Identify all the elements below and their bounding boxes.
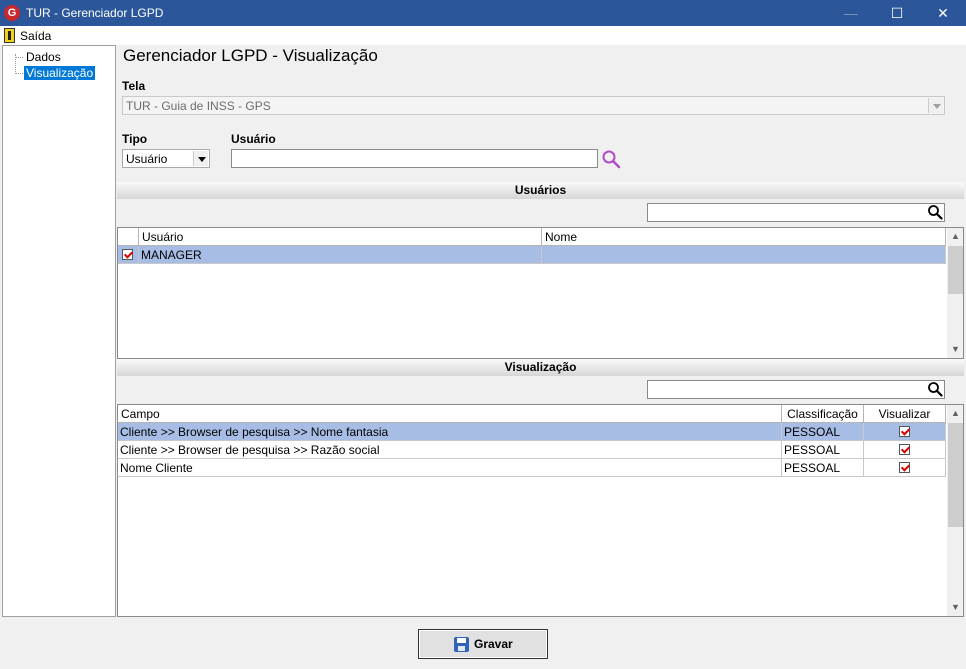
menu-item-exit[interactable]: Saída bbox=[20, 29, 51, 43]
column-header-classificacao[interactable]: Classificação bbox=[782, 405, 864, 423]
visualizacao-section-header: Visualização bbox=[117, 359, 964, 376]
cell-usuario: MANAGER bbox=[139, 246, 542, 264]
tela-label: Tela bbox=[122, 79, 146, 93]
scroll-up-icon[interactable]: ▲ bbox=[947, 228, 963, 245]
tipo-select[interactable]: Usuário bbox=[122, 149, 210, 168]
usuarios-grid: Usuário Nome MANAGER ▲ ▼ bbox=[117, 227, 964, 359]
tree-item-visualizacao[interactable]: Visualização bbox=[24, 66, 96, 80]
usuarios-search-input[interactable] bbox=[647, 203, 945, 222]
cell-classificacao: PESSOAL bbox=[782, 459, 864, 477]
visualizacao-grid: Campo Classificação Visualizar Cliente >… bbox=[117, 404, 964, 617]
tree-connector bbox=[15, 57, 23, 58]
visualizacao-scrollbar[interactable]: ▲ ▼ bbox=[947, 405, 963, 616]
column-header-nome[interactable]: Nome bbox=[542, 228, 946, 246]
column-header-campo[interactable]: Campo bbox=[118, 405, 782, 423]
search-user-icon[interactable] bbox=[601, 149, 621, 169]
table-row[interactable]: Cliente >> Browser de pesquisa >> Nome f… bbox=[118, 423, 946, 441]
visualizar-checkbox[interactable] bbox=[899, 444, 910, 455]
visualizacao-search-input[interactable] bbox=[647, 380, 945, 399]
scroll-thumb[interactable] bbox=[948, 423, 963, 527]
exit-door-icon[interactable] bbox=[4, 28, 15, 43]
window-titlebar: G TUR - Gerenciador LGPD — ☐ ✕ bbox=[0, 0, 966, 26]
table-row[interactable]: MANAGER bbox=[118, 246, 946, 264]
save-button-label: Gravar bbox=[474, 637, 513, 651]
menu-bar: Saída bbox=[0, 26, 966, 45]
cell-visualizar bbox=[864, 459, 946, 477]
scroll-down-icon[interactable]: ▼ bbox=[947, 341, 963, 358]
navigation-tree: Dados Visualização bbox=[2, 45, 116, 617]
chevron-down-icon bbox=[928, 98, 943, 113]
minimize-button[interactable]: — bbox=[828, 0, 874, 26]
tela-select-value: TUR - Guia de INSS - GPS bbox=[126, 99, 271, 113]
usuario-input[interactable] bbox=[231, 149, 598, 168]
cell-campo: Cliente >> Browser de pesquisa >> Razão … bbox=[118, 441, 782, 459]
cell-visualizar bbox=[864, 441, 946, 459]
table-row[interactable]: Cliente >> Browser de pesquisa >> Razão … bbox=[118, 441, 946, 459]
tela-select[interactable]: TUR - Guia de INSS - GPS bbox=[122, 96, 945, 115]
search-icon[interactable] bbox=[927, 381, 943, 397]
page-title: Gerenciador LGPD - Visualização bbox=[123, 46, 378, 65]
scroll-down-icon[interactable]: ▼ bbox=[947, 599, 963, 616]
scroll-thumb[interactable] bbox=[948, 246, 963, 294]
usuarios-section-header: Usuários bbox=[117, 182, 964, 199]
chevron-down-icon bbox=[193, 151, 208, 166]
cell-campo: Nome Cliente bbox=[118, 459, 782, 477]
search-icon[interactable] bbox=[927, 204, 943, 220]
tree-connector bbox=[15, 73, 23, 74]
app-logo-icon: G bbox=[4, 5, 20, 21]
row-checkbox-cell bbox=[118, 246, 139, 264]
cell-campo: Cliente >> Browser de pesquisa >> Nome f… bbox=[118, 423, 782, 441]
maximize-button[interactable]: ☐ bbox=[874, 0, 920, 26]
usuarios-scrollbar[interactable]: ▲ ▼ bbox=[947, 228, 963, 358]
tipo-select-value: Usuário bbox=[126, 152, 168, 166]
window-title: TUR - Gerenciador LGPD bbox=[26, 6, 164, 20]
tree-item-dados[interactable]: Dados bbox=[24, 50, 63, 64]
close-button[interactable]: ✕ bbox=[920, 0, 966, 26]
column-header-visualizar[interactable]: Visualizar bbox=[864, 405, 946, 423]
cell-classificacao: PESSOAL bbox=[782, 423, 864, 441]
column-header-usuario[interactable]: Usuário bbox=[139, 228, 542, 246]
usuarios-check-column-header bbox=[118, 228, 139, 246]
save-button[interactable]: Gravar bbox=[418, 629, 548, 659]
cell-nome bbox=[542, 246, 946, 264]
scroll-up-icon[interactable]: ▲ bbox=[947, 405, 963, 422]
usuario-label: Usuário bbox=[231, 132, 276, 146]
visualizar-checkbox[interactable] bbox=[899, 462, 910, 473]
cell-classificacao: PESSOAL bbox=[782, 441, 864, 459]
table-row[interactable]: Nome Cliente PESSOAL bbox=[118, 459, 946, 477]
tipo-label: Tipo bbox=[122, 132, 148, 146]
floppy-disk-icon bbox=[454, 637, 469, 652]
row-checkbox[interactable] bbox=[122, 249, 133, 260]
cell-visualizar bbox=[864, 423, 946, 441]
visualizar-checkbox[interactable] bbox=[899, 426, 910, 437]
